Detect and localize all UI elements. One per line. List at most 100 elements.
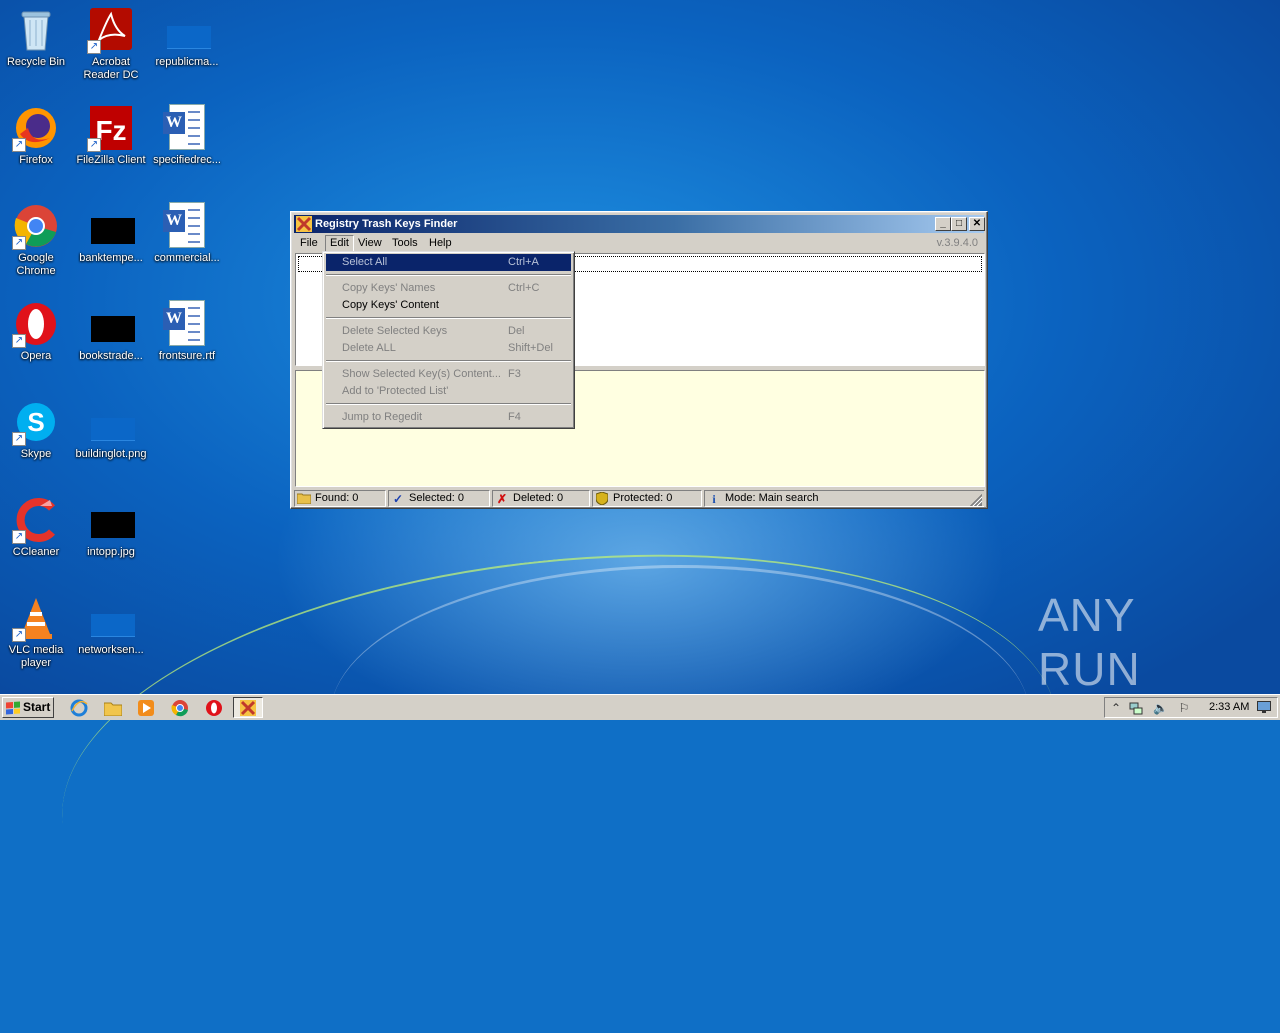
menu-item-shortcut: Ctrl+C (508, 282, 540, 294)
menu-item-copy-keys-names[interactable]: Copy Keys' Names Ctrl+C (326, 280, 571, 297)
maximize-button[interactable]: □ (951, 217, 967, 231)
image-file-icon (87, 398, 135, 446)
window-titlebar[interactable]: Registry Trash Keys Finder _ □ ✕ (294, 215, 985, 233)
menu-item-label: Delete Selected Keys (342, 325, 448, 337)
menu-item-delete-all[interactable]: Delete ALL Shift+Del (326, 340, 571, 357)
skype-icon: S ↗ (12, 398, 60, 446)
desktop-icon-filezilla[interactable]: Fz ↗ FileZilla Client (73, 98, 149, 167)
desktop-icon-label: VLC media player (8, 644, 64, 669)
system-tray: ⌃ 🔈 ⚐ 2:33 AM (1104, 697, 1278, 718)
desktop-icon-firefox[interactable]: ↗ Firefox (0, 98, 74, 167)
menu-item-label: Copy Keys' Names (342, 282, 436, 294)
desktop-icon-frontsure[interactable]: W frontsure.rtf (149, 294, 225, 363)
checkmark-icon: ✓ (392, 491, 404, 506)
status-found-text: Found: 0 (315, 492, 359, 504)
desktop-icon-google-chrome[interactable]: ↗ Google Chrome (0, 196, 74, 278)
shortcut-arrow-icon: ↗ (12, 628, 26, 642)
close-button[interactable]: ✕ (969, 217, 985, 231)
desktop-icon-label: intopp.jpg (87, 546, 135, 558)
menu-item-show-key-content[interactable]: Show Selected Key(s) Content... F3 (326, 366, 571, 383)
desktop-icon-label: buildinglot.png (75, 448, 147, 460)
desktop-icon-ccleaner[interactable]: ↗ CCleaner (0, 490, 74, 559)
desktop-icon-specifiedrec[interactable]: W specifiedrec... (149, 98, 225, 167)
menu-file[interactable]: File (296, 235, 322, 251)
desktop-icon-intopp[interactable]: intopp.jpg (73, 490, 149, 559)
menu-item-copy-keys-content[interactable]: Copy Keys' Content (326, 297, 571, 314)
status-selected: ✓ Selected: 0 (388, 490, 490, 507)
app-logo-icon (240, 699, 256, 716)
desktop-icon-label: frontsure.rtf (158, 350, 216, 362)
quicklaunch-media-player[interactable] (136, 698, 156, 718)
minimize-button[interactable]: _ (935, 217, 951, 231)
desktop-icon-bookstrade[interactable]: bookstrade... (73, 294, 149, 363)
menu-item-shortcut: F4 (508, 411, 521, 423)
desktop-icon-opera[interactable]: ↗ Opera (0, 294, 74, 363)
desktop-icon-label: Google Chrome (16, 252, 56, 277)
action-center-flag-icon[interactable]: ⚐ (1177, 701, 1191, 715)
desktop-icon-skype[interactable]: S ↗ Skype (0, 392, 74, 461)
volume-icon[interactable]: 🔈 (1153, 701, 1168, 715)
desktop-icon-vlc[interactable]: ↗ VLC media player (0, 588, 74, 670)
menu-item-shortcut: Shift+Del (508, 342, 553, 354)
desktop-icon-buildinglot[interactable]: buildinglot.png (73, 392, 149, 461)
vlc-cone-icon: ↗ (12, 594, 60, 642)
desktop-icon-label: Recycle Bin (6, 56, 66, 68)
quicklaunch-ie[interactable] (69, 698, 89, 718)
desktop-icon-label: FileZilla Client (76, 154, 146, 166)
quicklaunch-chrome[interactable] (170, 698, 190, 718)
menu-separator (326, 317, 571, 319)
menu-separator (326, 403, 571, 405)
taskbar-button-registry-trash-keys-finder[interactable] (233, 697, 263, 718)
watermark-text: ANY RUN (1038, 589, 1141, 695)
show-desktop-icon[interactable] (1257, 701, 1271, 715)
taskbar: Start ⌃ 🔈 ⚐ 2:33 AM (0, 694, 1280, 720)
menu-item-add-to-protected-list[interactable]: Add to 'Protected List' (326, 383, 571, 400)
ccleaner-icon: ↗ (12, 496, 60, 544)
desktop-icon-label: Skype (20, 448, 52, 460)
menu-item-shortcut: Del (508, 325, 525, 337)
image-file-icon (87, 594, 135, 642)
network-icon[interactable] (1129, 701, 1143, 715)
anyrun-watermark: ANY RUN (1038, 589, 1238, 695)
opera-icon (206, 700, 222, 716)
desktop-icon-acrobat-reader[interactable]: ↗ Acrobat Reader DC (73, 0, 149, 82)
menu-tools[interactable]: Tools (388, 235, 422, 251)
menu-view[interactable]: View (354, 235, 386, 251)
folder-icon (104, 702, 122, 716)
status-deleted: ✗ Deleted: 0 (492, 490, 590, 507)
desktop-icon-republicma[interactable]: republicma... (149, 0, 225, 69)
opera-icon: ↗ (12, 300, 60, 348)
clock[interactable]: 2:33 AM (1209, 698, 1249, 717)
menu-item-delete-selected-keys[interactable]: Delete Selected Keys Del (326, 323, 571, 340)
menu-separator (326, 360, 571, 362)
image-file-icon (87, 496, 135, 544)
show-hidden-icons-icon[interactable]: ⌃ (1109, 701, 1123, 715)
desktop-icon-label: CCleaner (12, 546, 60, 558)
maximize-icon: □ (955, 218, 963, 229)
quicklaunch-opera[interactable] (204, 698, 224, 718)
shortcut-arrow-icon: ↗ (87, 138, 101, 152)
quicklaunch-explorer[interactable] (103, 698, 123, 718)
menu-help[interactable]: Help (425, 235, 456, 251)
shortcut-arrow-icon: ↗ (12, 530, 26, 544)
desktop-icon-recycle-bin[interactable]: Recycle Bin (0, 0, 74, 69)
firefox-icon: ↗ (12, 104, 60, 152)
word-document-icon: W (163, 104, 211, 152)
start-button[interactable]: Start (2, 697, 54, 718)
menu-item-label: Delete ALL (342, 342, 396, 354)
image-file-icon (87, 202, 135, 250)
desktop-icon-banktempe[interactable]: banktempe... (73, 196, 149, 265)
shortcut-arrow-icon: ↗ (12, 138, 26, 152)
window-title: Registry Trash Keys Finder (315, 218, 458, 230)
delete-x-icon: ✗ (496, 491, 508, 506)
status-protected-text: Protected: 0 (613, 492, 673, 504)
desktop-icon-commercial[interactable]: W commercial... (149, 196, 225, 265)
menu-item-shortcut: F3 (508, 368, 521, 380)
menu-item-select-all[interactable]: Select All Ctrl+A (326, 254, 571, 271)
desktop-icon-label: banktempe... (79, 252, 143, 264)
word-document-icon: W (163, 300, 211, 348)
desktop-icon-networksen[interactable]: networksen... (73, 588, 149, 657)
resize-grip[interactable] (970, 494, 982, 506)
acrobat-icon: ↗ (87, 6, 135, 54)
menu-item-jump-to-regedit[interactable]: Jump to Regedit F4 (326, 409, 571, 426)
